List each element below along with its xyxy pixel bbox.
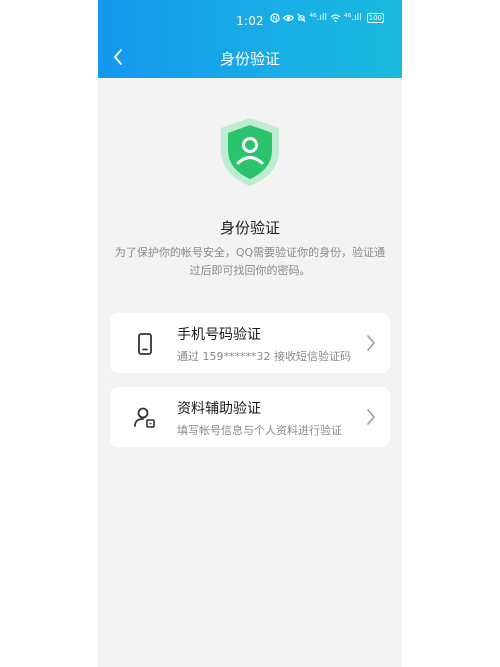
status-icons: N ⁴⁶.ıll ⁴⁶.ıll 100 — [270, 13, 384, 23]
chevron-right-icon — [367, 335, 375, 351]
header-bar: 1:02 N ⁴⁶.ıll ⁴⁶.ıll 100 身份验证 — [98, 0, 402, 78]
option-profile-verification[interactable]: 资料辅助验证 填写帐号信息与个人资料进行验证 — [110, 387, 390, 447]
status-bar: 1:02 N ⁴⁶.ıll ⁴⁶.ıll 100 — [98, 0, 402, 34]
option-title: 手机号码验证 — [177, 327, 261, 343]
user-id-icon — [134, 407, 155, 428]
mute-icon — [298, 13, 306, 23]
battery-indicator: 100 — [366, 13, 384, 23]
chevron-right-icon — [367, 409, 375, 425]
option-subtitle: 通过 159******32 接收短信验证码 — [177, 350, 351, 363]
shield-user-icon — [221, 118, 279, 186]
wifi-icon — [330, 14, 341, 23]
option-subtitle: 填写帐号信息与个人资料进行验证 — [177, 424, 342, 437]
phone-screen: 1:02 N ⁴⁶.ıll ⁴⁶.ıll 100 身份验证 身份验证 为了保护你… — [98, 0, 402, 667]
phone-icon — [138, 333, 152, 355]
header-title: 身份验证 — [219, 50, 280, 68]
nfc-icon: N — [270, 13, 281, 23]
option-title: 资料辅助验证 — [177, 401, 261, 417]
signal-icon-1: ⁴⁶.ıll — [309, 13, 328, 23]
option-phone-verification[interactable]: 手机号码验证 通过 159******32 接收短信验证码 — [110, 313, 390, 373]
page-title: 身份验证 — [219, 219, 280, 237]
signal-icon-2: ⁴⁶.ıll — [344, 13, 362, 23]
svg-text:N: N — [273, 15, 278, 22]
page-description: 为了保护你的帐号安全，QQ需要验证你的身份，验证通过后即可找回你的密码。 — [114, 246, 386, 277]
nav-bar: 身份验证 — [98, 36, 402, 78]
eye-icon — [283, 14, 295, 22]
